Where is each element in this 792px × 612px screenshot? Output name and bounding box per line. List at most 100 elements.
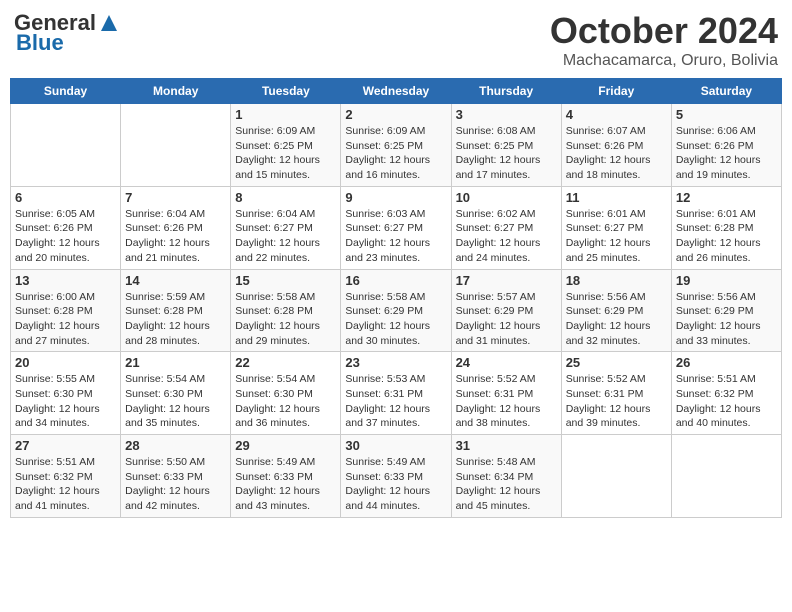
day-number: 9	[345, 190, 446, 205]
day-info: Sunrise: 6:00 AM Sunset: 6:28 PM Dayligh…	[15, 290, 116, 349]
day-info: Sunrise: 6:01 AM Sunset: 6:27 PM Dayligh…	[566, 207, 667, 266]
day-number: 21	[125, 355, 226, 370]
calendar-week-row: 6 Sunrise: 6:05 AM Sunset: 6:26 PM Daylig…	[11, 186, 782, 269]
day-info: Sunrise: 6:04 AM Sunset: 6:26 PM Dayligh…	[125, 207, 226, 266]
calendar-cell: 29 Sunrise: 5:49 AM Sunset: 6:33 PM Dayli…	[231, 435, 341, 518]
calendar-cell: 1 Sunrise: 6:09 AM Sunset: 6:25 PM Daylig…	[231, 104, 341, 187]
day-number: 28	[125, 438, 226, 453]
day-number: 19	[676, 273, 777, 288]
day-info: Sunrise: 5:48 AM Sunset: 6:34 PM Dayligh…	[456, 455, 557, 514]
calendar-cell: 7 Sunrise: 6:04 AM Sunset: 6:26 PM Daylig…	[121, 186, 231, 269]
day-info: Sunrise: 5:58 AM Sunset: 6:28 PM Dayligh…	[235, 290, 336, 349]
calendar-cell: 4 Sunrise: 6:07 AM Sunset: 6:26 PM Daylig…	[561, 104, 671, 187]
calendar-cell: 19 Sunrise: 5:56 AM Sunset: 6:29 PM Dayli…	[671, 269, 781, 352]
weekday-header: Thursday	[451, 79, 561, 104]
calendar-cell: 23 Sunrise: 5:53 AM Sunset: 6:31 PM Dayli…	[341, 352, 451, 435]
calendar-cell: 16Sunrise: 5:58 AM Sunset: 6:29 PM Dayli…	[341, 269, 451, 352]
calendar-cell: 12Sunrise: 6:01 AM Sunset: 6:28 PM Dayli…	[671, 186, 781, 269]
day-info: Sunrise: 5:53 AM Sunset: 6:31 PM Dayligh…	[345, 372, 446, 431]
day-number: 7	[125, 190, 226, 205]
day-info: Sunrise: 6:02 AM Sunset: 6:27 PM Dayligh…	[456, 207, 557, 266]
day-info: Sunrise: 5:51 AM Sunset: 6:32 PM Dayligh…	[676, 372, 777, 431]
calendar-week-row: 13 Sunrise: 6:00 AM Sunset: 6:28 PM Dayli…	[11, 269, 782, 352]
calendar-week-row: 20 Sunrise: 5:55 AM Sunset: 6:30 PM Dayli…	[11, 352, 782, 435]
day-info: Sunrise: 5:52 AM Sunset: 6:31 PM Dayligh…	[566, 372, 667, 431]
calendar-cell: 25 Sunrise: 5:52 AM Sunset: 6:31 PM Dayli…	[561, 352, 671, 435]
day-info: Sunrise: 5:59 AM Sunset: 6:28 PM Dayligh…	[125, 290, 226, 349]
day-number: 27	[15, 438, 116, 453]
day-number: 10	[456, 190, 557, 205]
calendar-cell: 17 Sunrise: 5:57 AM Sunset: 6:29 PM Dayli…	[451, 269, 561, 352]
calendar-cell: 26 Sunrise: 5:51 AM Sunset: 6:32 PM Dayli…	[671, 352, 781, 435]
calendar-cell: 24Sunrise: 5:52 AM Sunset: 6:31 PM Dayli…	[451, 352, 561, 435]
calendar-cell: 11 Sunrise: 6:01 AM Sunset: 6:27 PM Dayli…	[561, 186, 671, 269]
page-title: October 2024	[550, 10, 778, 52]
day-info: Sunrise: 6:05 AM Sunset: 6:26 PM Dayligh…	[15, 207, 116, 266]
day-number: 26	[676, 355, 777, 370]
weekday-header: Tuesday	[231, 79, 341, 104]
day-number: 31	[456, 438, 557, 453]
day-info: Sunrise: 5:57 AM Sunset: 6:29 PM Dayligh…	[456, 290, 557, 349]
calendar-cell: 21 Sunrise: 5:54 AM Sunset: 6:30 PM Dayli…	[121, 352, 231, 435]
day-info: Sunrise: 6:03 AM Sunset: 6:27 PM Dayligh…	[345, 207, 446, 266]
day-info: Sunrise: 5:58 AM Sunset: 6:29 PM Dayligh…	[345, 290, 446, 349]
day-info: Sunrise: 6:08 AM Sunset: 6:25 PM Dayligh…	[456, 124, 557, 183]
calendar-cell: 20 Sunrise: 5:55 AM Sunset: 6:30 PM Dayli…	[11, 352, 121, 435]
day-info: Sunrise: 5:50 AM Sunset: 6:33 PM Dayligh…	[125, 455, 226, 514]
calendar-cell: 2 Sunrise: 6:09 AM Sunset: 6:25 PM Daylig…	[341, 104, 451, 187]
page-header: General Blue October 2024 Machacamarca, …	[10, 10, 782, 70]
logo-icon	[99, 13, 119, 33]
day-info: Sunrise: 5:56 AM Sunset: 6:29 PM Dayligh…	[676, 290, 777, 349]
logo: General Blue	[14, 10, 119, 56]
page-subtitle: Machacamarca, Oruro, Bolivia	[550, 52, 778, 70]
day-number: 5	[676, 107, 777, 122]
calendar-cell	[561, 435, 671, 518]
calendar-cell	[121, 104, 231, 187]
day-number: 4	[566, 107, 667, 122]
weekday-header: Friday	[561, 79, 671, 104]
day-number: 2	[345, 107, 446, 122]
day-number: 30	[345, 438, 446, 453]
calendar-cell	[671, 435, 781, 518]
day-info: Sunrise: 5:54 AM Sunset: 6:30 PM Dayligh…	[125, 372, 226, 431]
calendar-cell: 13 Sunrise: 6:00 AM Sunset: 6:28 PM Dayli…	[11, 269, 121, 352]
calendar-cell: 5 Sunrise: 6:06 AM Sunset: 6:26 PM Daylig…	[671, 104, 781, 187]
weekday-header: Wednesday	[341, 79, 451, 104]
day-number: 13	[15, 273, 116, 288]
calendar-cell: 15 Sunrise: 5:58 AM Sunset: 6:28 PM Dayli…	[231, 269, 341, 352]
calendar-cell: 3 Sunrise: 6:08 AM Sunset: 6:25 PM Daylig…	[451, 104, 561, 187]
calendar-week-row: 27Sunrise: 5:51 AM Sunset: 6:32 PM Dayli…	[11, 435, 782, 518]
day-info: Sunrise: 6:07 AM Sunset: 6:26 PM Dayligh…	[566, 124, 667, 183]
day-number: 1	[235, 107, 336, 122]
day-number: 23	[345, 355, 446, 370]
day-number: 11	[566, 190, 667, 205]
day-info: Sunrise: 6:06 AM Sunset: 6:26 PM Dayligh…	[676, 124, 777, 183]
day-info: Sunrise: 5:49 AM Sunset: 6:33 PM Dayligh…	[235, 455, 336, 514]
day-info: Sunrise: 5:55 AM Sunset: 6:30 PM Dayligh…	[15, 372, 116, 431]
day-number: 25	[566, 355, 667, 370]
weekday-header: Monday	[121, 79, 231, 104]
day-number: 6	[15, 190, 116, 205]
day-number: 29	[235, 438, 336, 453]
day-info: Sunrise: 5:56 AM Sunset: 6:29 PM Dayligh…	[566, 290, 667, 349]
day-info: Sunrise: 6:09 AM Sunset: 6:25 PM Dayligh…	[235, 124, 336, 183]
calendar-table: SundayMondayTuesdayWednesdayThursdayFrid…	[10, 78, 782, 518]
day-number: 24	[456, 355, 557, 370]
day-number: 8	[235, 190, 336, 205]
day-number: 17	[456, 273, 557, 288]
calendar-cell: 10 Sunrise: 6:02 AM Sunset: 6:27 PM Dayli…	[451, 186, 561, 269]
day-number: 18	[566, 273, 667, 288]
calendar-cell	[11, 104, 121, 187]
logo-blue-text: Blue	[16, 30, 64, 56]
calendar-cell: 27Sunrise: 5:51 AM Sunset: 6:32 PM Dayli…	[11, 435, 121, 518]
calendar-week-row: 1 Sunrise: 6:09 AM Sunset: 6:25 PM Daylig…	[11, 104, 782, 187]
day-number: 3	[456, 107, 557, 122]
day-number: 22	[235, 355, 336, 370]
day-info: Sunrise: 6:09 AM Sunset: 6:25 PM Dayligh…	[345, 124, 446, 183]
title-block: October 2024 Machacamarca, Oruro, Bolivi…	[550, 10, 778, 70]
day-number: 20	[15, 355, 116, 370]
calendar-cell: 31 Sunrise: 5:48 AM Sunset: 6:34 PM Dayli…	[451, 435, 561, 518]
day-number: 15	[235, 273, 336, 288]
calendar-cell: 6 Sunrise: 6:05 AM Sunset: 6:26 PM Daylig…	[11, 186, 121, 269]
weekday-header-row: SundayMondayTuesdayWednesdayThursdayFrid…	[11, 79, 782, 104]
